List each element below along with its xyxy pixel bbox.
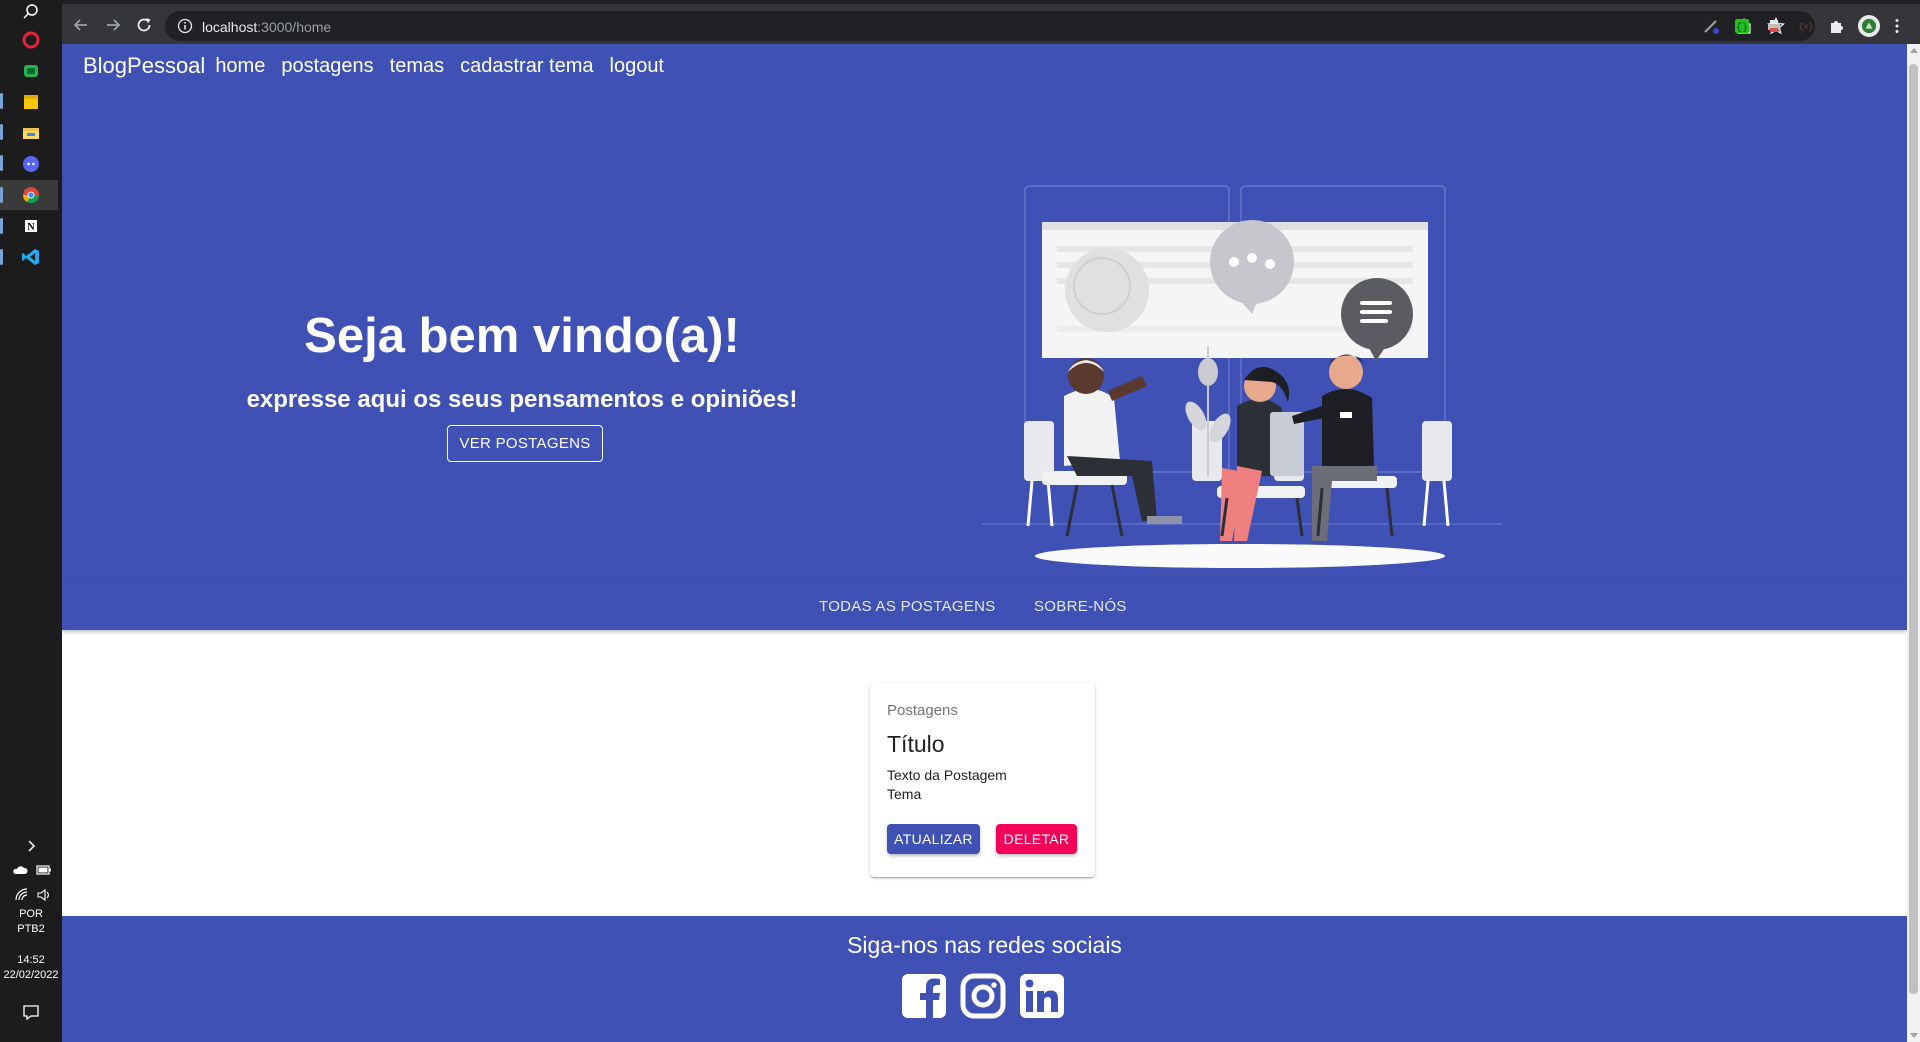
running-indicator: [0, 155, 3, 171]
profile-avatar-icon[interactable]: [1858, 15, 1880, 37]
card-text: Texto da Postagem: [887, 767, 1007, 783]
brand-logo[interactable]: BlogPessoal: [83, 53, 205, 79]
language-code: POR: [19, 908, 43, 920]
battery-icon[interactable]: [36, 862, 52, 878]
site-info-icon[interactable]: [177, 18, 193, 39]
clock-date: 22/02/2022: [3, 969, 59, 981]
windows-taskbar: N POR PTB2 14:52 22/02/2022: [0, 0, 62, 1042]
card-title: Título: [887, 731, 945, 757]
url-host: localhost: [202, 19, 258, 35]
keyboard-layout: PTB2: [17, 923, 45, 935]
svg-text:{}: {}: [1736, 22, 1748, 34]
vscode-icon[interactable]: [19, 245, 43, 269]
card-tema: Tema: [887, 786, 922, 802]
address-bar[interactable]: [165, 11, 1815, 41]
pen-extension-icon[interactable]: [1702, 17, 1720, 35]
footer: Siga-nos nas redes sociais: [62, 916, 1907, 1042]
opera-icon[interactable]: [19, 28, 43, 52]
clock[interactable]: 14:52 22/02/2022: [0, 953, 62, 983]
svg-text:{x}: {x}: [1799, 23, 1813, 32]
notion-icon[interactable]: N: [19, 214, 43, 238]
nav-link-cadastrar-tema[interactable]: cadastrar tema: [460, 55, 593, 78]
running-indicator: [0, 124, 3, 140]
printer-extension-icon[interactable]: [1765, 17, 1783, 35]
running-indicator: [0, 187, 3, 203]
hero-illustration: [982, 185, 1502, 568]
tabs-bar: TODAS AS POSTAGENS SOBRE-NÓS: [62, 582, 1907, 630]
card-overline: Postagens: [887, 702, 958, 719]
whatsapp-app-icon[interactable]: [19, 59, 43, 83]
back-arrow-icon[interactable]: [70, 14, 92, 36]
nav-link-home[interactable]: home: [215, 55, 265, 78]
code-extension-icon[interactable]: {x}: [1797, 17, 1815, 35]
atualizar-button[interactable]: ATUALIZAR: [887, 824, 980, 854]
browser-menu-icon[interactable]: [1888, 17, 1906, 35]
running-indicator: [0, 93, 3, 109]
sticky-notes-icon[interactable]: [19, 90, 43, 114]
volume-icon[interactable]: [36, 887, 52, 903]
nav-link-postagens[interactable]: postagens: [281, 55, 373, 78]
nav-link-logout[interactable]: logout: [610, 55, 665, 78]
json-extension-icon[interactable]: {}: [1733, 17, 1751, 35]
running-indicator: [0, 249, 3, 265]
instagram-icon[interactable]: [959, 972, 1007, 1020]
linkedin-icon[interactable]: [1018, 972, 1066, 1020]
page-viewport: BlogPessoal home postagens temas cadastr…: [62, 44, 1907, 1042]
post-card: Postagens Título Texto da Postagem Tema …: [870, 683, 1095, 877]
notification-center-icon[interactable]: [19, 1000, 43, 1024]
wifi-icon[interactable]: [14, 887, 30, 903]
url-path: :3000/home: [257, 19, 332, 35]
hero-title: Seja bem vindo(a)!: [304, 309, 740, 363]
hero-subtitle: expresse aqui os seus pensamentos e opin…: [246, 386, 798, 413]
ver-postagens-button[interactable]: VER POSTAGENS: [447, 425, 603, 462]
reload-icon[interactable]: [133, 14, 155, 36]
app-navbar: BlogPessoal home postagens temas cadastr…: [62, 44, 1907, 88]
footer-title: Siga-nos nas redes sociais: [847, 932, 1122, 958]
onedrive-cloud-icon[interactable]: [12, 862, 28, 878]
search-icon[interactable]: [19, 0, 43, 24]
deletar-button[interactable]: DELETAR: [996, 824, 1077, 854]
file-explorer-icon[interactable]: [19, 121, 43, 145]
chevron-right-icon[interactable]: [19, 834, 43, 858]
discord-icon[interactable]: [19, 152, 43, 176]
tab-todas-as-postagens[interactable]: TODAS AS POSTAGENS: [819, 598, 996, 615]
nav-link-temas[interactable]: temas: [390, 55, 444, 78]
extensions-puzzle-icon[interactable]: [1828, 17, 1846, 35]
scrollbar-thumb[interactable]: [1909, 64, 1918, 994]
browser-toolbar: localhost:3000/home {} {x}: [62, 0, 1920, 44]
svg-text:N: N: [27, 222, 35, 233]
forward-arrow-icon[interactable]: [102, 14, 124, 36]
facebook-icon[interactable]: [900, 972, 948, 1020]
hero-section: Seja bem vindo(a)! expresse aqui os seus…: [62, 88, 1907, 616]
chrome-icon[interactable]: [19, 183, 43, 207]
url-text: localhost:3000/home: [202, 19, 331, 35]
scroll-down-arrow-icon[interactable]: [1910, 1033, 1918, 1038]
clock-time: 14:52: [17, 954, 45, 966]
scroll-up-arrow-icon[interactable]: [1910, 48, 1918, 53]
vertical-scrollbar[interactable]: [1907, 44, 1920, 1042]
running-indicator: [0, 218, 3, 234]
language-indicator[interactable]: POR PTB2: [0, 907, 62, 937]
tab-sobre-nos[interactable]: SOBRE-NÓS: [1034, 598, 1127, 615]
